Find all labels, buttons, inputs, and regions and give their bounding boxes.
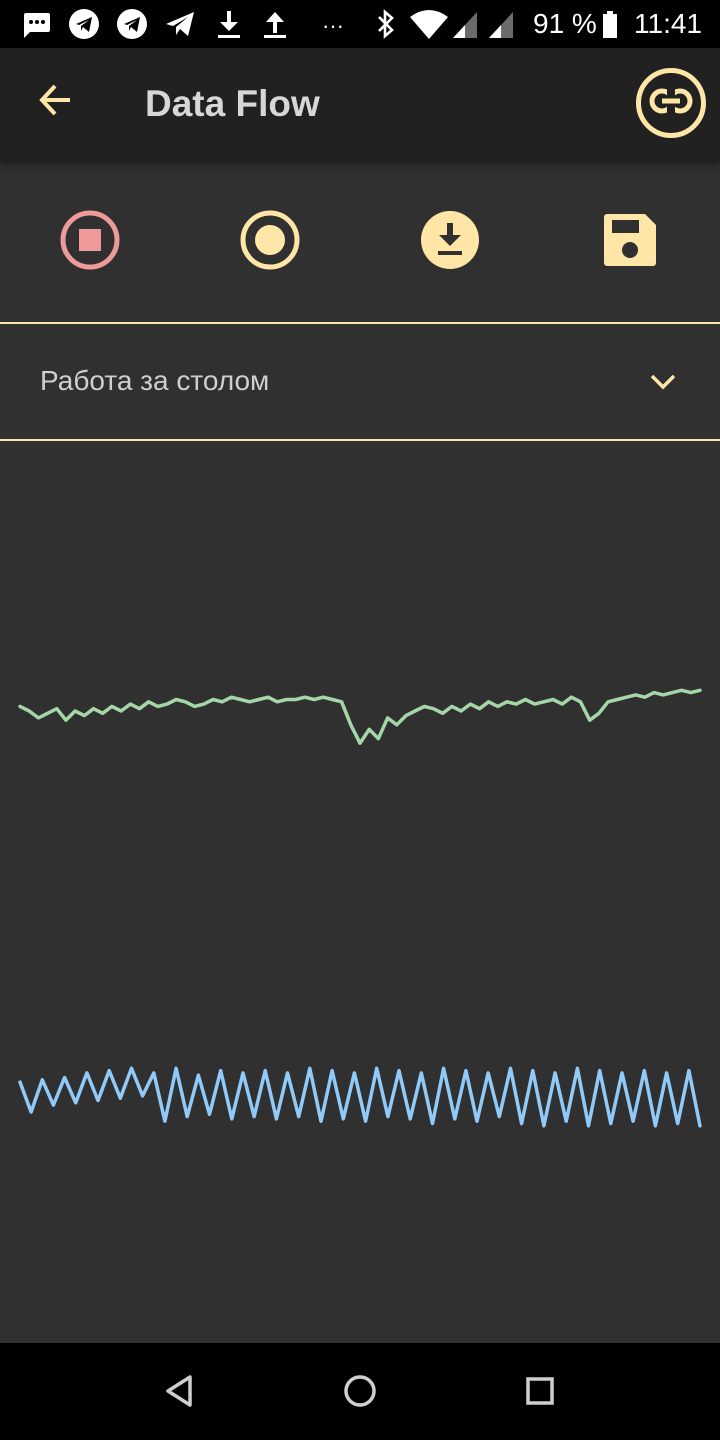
save-button[interactable] — [598, 210, 662, 274]
telegram-icon — [114, 0, 150, 48]
nav-home-button[interactable] — [332, 1365, 388, 1421]
series-line-2 — [18, 1066, 702, 1128]
floppy-save-icon — [601, 211, 659, 274]
signal-chart — [0, 441, 720, 1343]
divider — [0, 322, 720, 324]
download-circle-icon — [419, 209, 481, 276]
nav-back-icon — [164, 1374, 196, 1413]
record-circle-icon — [239, 209, 301, 276]
toolbar — [0, 160, 720, 323]
page-title: Data Flow — [145, 83, 320, 124]
arrow-back-icon — [38, 82, 74, 123]
battery-percent: 91 % — [533, 8, 597, 39]
download-button[interactable] — [418, 210, 482, 274]
dropdown-selected-value: Работа за столом — [40, 365, 270, 396]
link-icon — [649, 87, 693, 119]
chart-svg — [18, 688, 702, 1128]
signal-icon — [450, 0, 480, 48]
signal-icon — [486, 0, 516, 48]
wifi-icon — [408, 0, 450, 48]
telegram-send-icon — [162, 0, 198, 48]
stop-button[interactable] — [58, 210, 122, 274]
stop-circle-icon — [59, 209, 121, 276]
battery-icon — [600, 0, 620, 48]
clock: 11:41 — [634, 8, 702, 39]
overflow-indicator: ··· — [322, 13, 344, 38]
activity-dropdown[interactable]: Работа за столом — [0, 325, 720, 439]
upload-icon — [258, 0, 292, 48]
nav-recents-icon — [524, 1375, 556, 1412]
app-bar: Data Flow — [0, 48, 720, 160]
series-line-1 — [18, 688, 702, 745]
nav-recents-button[interactable] — [512, 1365, 568, 1421]
record-button[interactable] — [238, 210, 302, 274]
bluetooth-icon — [372, 0, 400, 48]
navigation-bar — [0, 1343, 720, 1440]
download-icon — [212, 0, 246, 48]
link-button[interactable] — [636, 68, 706, 138]
nav-back-button[interactable] — [152, 1365, 208, 1421]
message-icon — [18, 0, 54, 48]
telegram-icon — [66, 0, 102, 48]
chevron-down-icon — [648, 366, 678, 401]
nav-home-icon — [342, 1373, 378, 1414]
back-button[interactable] — [28, 74, 84, 130]
status-bar: ··· 91 % 11:41 — [0, 0, 720, 48]
